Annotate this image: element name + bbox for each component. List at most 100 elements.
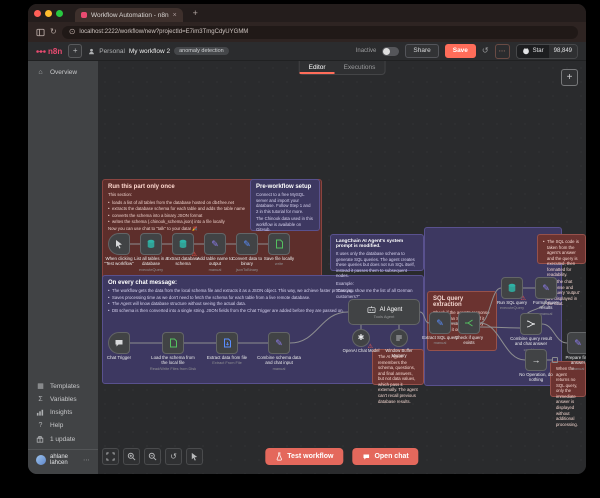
zoom-in-button[interactable] xyxy=(123,448,140,465)
status-label: Inactive xyxy=(356,48,377,54)
open-chat-button[interactable]: Open chat xyxy=(352,448,418,465)
workflow-title[interactable]: My workflow 2 xyxy=(129,48,170,55)
pencil-icon: ✎ xyxy=(574,339,582,348)
insights-icon xyxy=(36,409,45,416)
browser-tab[interactable]: Workflow Automation - n8n × xyxy=(75,8,183,22)
node-extract-schema[interactable]: ⚠ Extract database schema xyxy=(172,233,194,255)
n8n-logo[interactable]: n8n xyxy=(36,47,62,56)
templates-icon: ▦ xyxy=(36,383,45,390)
window-minimize-button[interactable] xyxy=(45,10,52,17)
star-label: Star xyxy=(533,48,544,54)
merge-icon xyxy=(526,319,536,329)
node-format-results[interactable]: ✎ Format query resultsmanual xyxy=(535,277,557,299)
tab-title: Workflow Automation - n8n xyxy=(91,12,169,19)
side-panel-icon[interactable] xyxy=(36,28,45,37)
star-count: 98,849 xyxy=(554,48,572,54)
node-convert-binary[interactable]: ✎ Convert data to binaryjsonToBinary xyxy=(236,233,258,255)
create-button[interactable]: + xyxy=(68,44,82,58)
sidebar-user[interactable]: ahlane lahcen ⋯ xyxy=(28,449,98,470)
cursor-icon xyxy=(114,239,124,249)
github-star-widget[interactable]: Star 98,849 xyxy=(516,44,578,59)
view-tabs: Editor Executions xyxy=(299,61,386,75)
breadcrumb: Personal My workflow 2 anomaly detection xyxy=(88,47,228,55)
url-text: localhost:2222/workflow/new?projectId=E7… xyxy=(79,29,248,35)
site-info-icon[interactable]: ⊙ xyxy=(69,28,76,36)
history-icon[interactable]: ↺ xyxy=(482,47,489,55)
node-ai-agent[interactable]: AI Agent Tools Agent xyxy=(348,299,420,325)
new-tab-button[interactable]: + xyxy=(193,8,198,18)
github-icon xyxy=(522,47,530,55)
node-load-schema[interactable]: Load the schema from the local fileRead/… xyxy=(162,332,184,354)
gift-icon xyxy=(36,435,45,443)
header-actions: Inactive Share Save ↺ ⋯ Star 98,849 xyxy=(356,44,578,59)
share-button[interactable]: Share xyxy=(405,44,438,57)
memory-icon xyxy=(395,334,403,342)
workflow-tag[interactable]: anomaly detection xyxy=(174,47,229,55)
node-save-file[interactable]: Save file locallywrite xyxy=(268,233,290,255)
sidebar-item-variables[interactable]: Σ Variables xyxy=(28,393,98,406)
window-maximize-button[interactable] xyxy=(56,10,63,17)
tab-editor[interactable]: Editor xyxy=(300,61,335,74)
node-window-buffer-memory[interactable]: Window Buffer Memory xyxy=(390,329,408,347)
node-run-sql[interactable]: ⚠ Run SQL queryexecuteQuery xyxy=(501,277,523,299)
address-field[interactable]: ⊙ localhost:2222/workflow/new?projectId=… xyxy=(62,26,578,39)
reset-zoom-button[interactable]: ↺ xyxy=(165,448,182,465)
if-icon xyxy=(464,318,474,328)
node-add-table-name[interactable]: ✎ Add table name to outputmanual xyxy=(204,233,226,255)
user-name: ahlane lahcen xyxy=(50,454,79,466)
add-node-button[interactable]: + xyxy=(561,69,578,86)
tidy-up-button[interactable] xyxy=(186,448,203,465)
pencil-icon: ✎ xyxy=(211,240,219,249)
test-workflow-button[interactable]: Test workflow xyxy=(265,448,343,465)
sidebar-item-insights[interactable]: Insights xyxy=(28,406,98,419)
sidebar-item-updates[interactable]: 1 update xyxy=(28,432,98,446)
arrow-right-icon: → xyxy=(532,356,541,365)
extract-file-icon xyxy=(223,338,232,348)
node-noop[interactable]: → No Operation, do nothing xyxy=(525,349,547,371)
browser-url-bar: ↻ ⊙ localhost:2222/workflow/new?projectI… xyxy=(28,22,586,42)
connection-lines xyxy=(98,61,586,474)
tab-close-icon[interactable]: × xyxy=(173,12,177,19)
screenshot-stage: Workflow Automation - n8n × + ↻ ⊙ localh… xyxy=(0,0,600,498)
mysql-icon xyxy=(146,239,156,249)
app-main: ⌂ Overview ▦ Templates Σ Variables Insig… xyxy=(28,61,586,474)
sidebar-item-templates[interactable]: ▦ Templates xyxy=(28,380,98,393)
node-check-query[interactable]: Check if query exists xyxy=(458,312,480,334)
file-icon xyxy=(275,239,284,249)
toggle-knob xyxy=(383,48,390,55)
active-toggle[interactable] xyxy=(382,47,399,56)
workflow-canvas[interactable]: Editor Executions + Run this part only o… xyxy=(98,61,586,474)
pencil-icon: ✎ xyxy=(243,240,251,249)
variables-icon: Σ xyxy=(36,396,45,403)
tab-favicon xyxy=(81,12,87,18)
node-chat-trigger[interactable]: Chat Trigger xyxy=(108,332,130,354)
node-combine-result[interactable]: Combine query result and chat answercomb… xyxy=(520,313,542,335)
avatar xyxy=(36,455,46,465)
sidebar-item-overview[interactable]: ⌂ Overview xyxy=(28,66,98,79)
node-combine-schema[interactable]: ✎ Combine schema data and chat inputmanu… xyxy=(268,332,290,354)
sidebar-item-help[interactable]: ? Help xyxy=(28,419,98,432)
node-list-tables[interactable]: List all tables in a databaseexecuteQuer… xyxy=(140,233,162,255)
mysql-icon xyxy=(178,239,188,249)
node-manual-trigger[interactable]: When clicking "Test workflow" xyxy=(108,233,130,255)
zoom-out-button[interactable] xyxy=(144,448,161,465)
sidebar-spacer xyxy=(28,79,98,380)
node-openai-chat-model[interactable]: ✱ ⚠ OpenAI Chat Model xyxy=(352,329,370,347)
connector-endpoint xyxy=(552,357,558,363)
save-button[interactable]: Save xyxy=(445,44,476,57)
node-extract-sql[interactable]: ✎ Extract SQL querymanual xyxy=(429,312,451,334)
node-prepare-final[interactable]: ✎ Prepare final answermanual xyxy=(567,332,586,354)
more-menu-button[interactable]: ⋯ xyxy=(495,44,510,59)
openai-icon: ✱ xyxy=(358,334,365,342)
user-menu-icon[interactable]: ⋯ xyxy=(83,456,90,464)
breadcrumb-project[interactable]: Personal xyxy=(99,48,125,55)
canvas-controls: ↺ xyxy=(102,448,203,465)
pencil-icon: ✎ xyxy=(542,284,550,293)
person-icon xyxy=(88,48,95,55)
zoom-to-fit-button[interactable] xyxy=(102,448,119,465)
node-extract-file[interactable]: Extract data from fileExtract From File xyxy=(216,332,238,354)
reload-icon[interactable]: ↻ xyxy=(50,28,57,36)
window-close-button[interactable] xyxy=(34,10,41,17)
app-header: n8n + Personal My workflow 2 anomaly det… xyxy=(28,42,586,61)
tab-executions[interactable]: Executions xyxy=(335,61,385,74)
